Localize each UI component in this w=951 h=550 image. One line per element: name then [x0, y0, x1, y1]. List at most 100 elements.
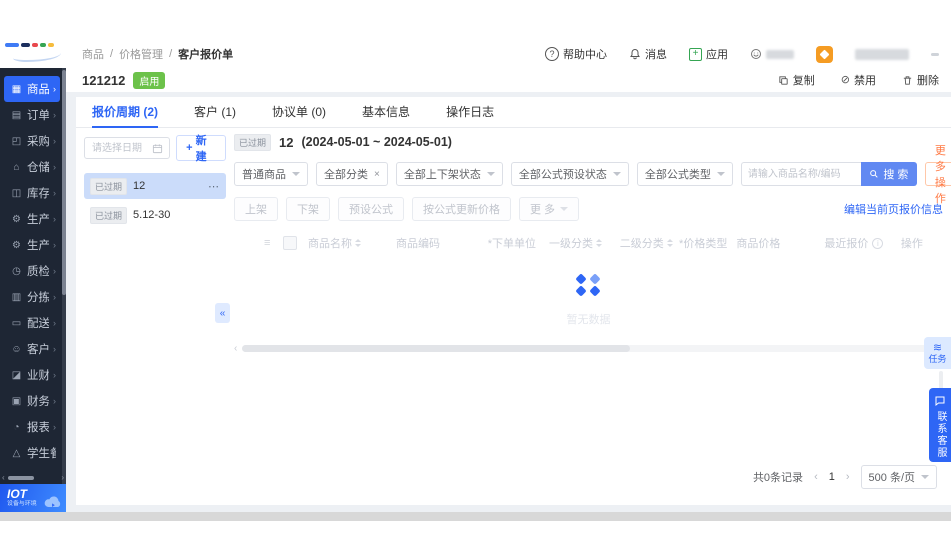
batch-more-label: 更 多 [530, 201, 555, 217]
apps-menu[interactable]: + 应用 [689, 46, 728, 62]
sidebar-item-quality[interactable]: ◷ 质检 › [4, 258, 60, 284]
plus-icon: + [186, 142, 192, 154]
formula-type-select[interactable]: 全部公式类型 [637, 162, 733, 186]
production-icon: ⚙ [10, 214, 23, 225]
update-price-button[interactable]: 按公式更新价格 [412, 197, 511, 221]
ban-icon: ⊘ [841, 75, 850, 86]
batch-more-button[interactable]: 更 多 [519, 197, 579, 221]
more-actions-button[interactable]: 更多操作 [925, 162, 951, 186]
logo-marks [5, 43, 54, 47]
pagination: 共0条记录 ‹ 1 › 500 条/页 [753, 465, 937, 489]
sort-icon[interactable] [355, 239, 361, 247]
task-float-button[interactable]: ≋ 任务 [924, 337, 951, 369]
collapse-icon: « [220, 308, 226, 319]
copy-button[interactable]: 复制 [778, 72, 815, 88]
loading-spinner [577, 275, 601, 295]
remove-tag-icon[interactable]: × [374, 169, 380, 180]
sidebar-item-orders[interactable]: ▤ 订单 › [4, 102, 60, 128]
breadcrumb-separator: / [110, 48, 113, 60]
scroll-right-icon: › [61, 473, 64, 482]
copy-label: 复制 [793, 72, 815, 88]
sidebar-item-production-2[interactable]: ⚙ 生产 › [4, 232, 60, 258]
shelf-on-button[interactable]: 上架 [234, 197, 278, 221]
shelf-status-select[interactable]: 全部上下架状态 [396, 162, 503, 186]
formula-preset-select[interactable]: 全部公式预设状态 [511, 162, 629, 186]
sorting-icon: ▥ [10, 292, 23, 303]
select-all-checkbox[interactable] [283, 236, 297, 250]
sidebar-item-customers[interactable]: ☺ 客户 › [4, 336, 60, 362]
sidebar-item-label: 学生餐 [27, 445, 56, 461]
date-input[interactable] [90, 142, 152, 155]
chevron-right-icon: › [53, 318, 56, 328]
chevron-right-icon: › [53, 422, 56, 432]
sidebar-item-label: 财务 [27, 393, 49, 409]
customer-service-button[interactable]: 联系客服 [929, 388, 951, 462]
collapse-panel-button[interactable]: « [215, 303, 230, 323]
sidebar-item-goods[interactable]: ▦ 商品 › [4, 76, 60, 102]
sidebar-item-production[interactable]: ⚙ 生产 › [4, 206, 60, 232]
shelf-off-button[interactable]: 下架 [286, 197, 330, 221]
avatar[interactable] [816, 46, 833, 63]
sidebar-item-student-meal[interactable]: △ 学生餐 [4, 440, 60, 466]
filter-toolbar: 普通商品 全部分类× 全部上下架状态 全部公式预设状态 全部公式类型 [234, 161, 943, 187]
page-size-value: 500 条/页 [869, 469, 915, 485]
preset-formula-button[interactable]: 预设公式 [338, 197, 404, 221]
prev-page-button[interactable]: ‹ [814, 471, 818, 483]
new-cycle-button[interactable]: + 新建 [176, 135, 226, 161]
column-product-name: 商品名称 [308, 235, 352, 251]
sort-icon[interactable] [596, 239, 602, 247]
hscroll-track[interactable] [242, 345, 934, 352]
hscroll-thumb[interactable] [242, 345, 630, 352]
scroll-left-icon: ‹ [2, 473, 5, 482]
tab-customers[interactable]: 客户 (1) [194, 97, 236, 127]
chevron-right-icon: › [53, 214, 56, 224]
tab-basic-info[interactable]: 基本信息 [362, 97, 410, 127]
sort-icon[interactable] [667, 239, 673, 247]
item-more-icon[interactable]: ⋯ [208, 180, 220, 193]
sidebar-item-purchase[interactable]: ◰ 采购 › [4, 128, 60, 154]
search-button[interactable]: 搜 索 [861, 162, 917, 186]
breadcrumb-item[interactable]: 价格管理 [119, 46, 163, 62]
tab-agreements[interactable]: 协议单 (0) [272, 97, 326, 127]
scroll-left-icon[interactable]: ‹ [234, 343, 237, 354]
orders-icon: ▤ [10, 110, 23, 121]
sidebar-hscrollbar[interactable]: ‹ › [0, 473, 66, 482]
next-page-button[interactable]: › [846, 471, 850, 483]
search-group: 搜 索 [741, 162, 917, 186]
date-picker[interactable] [84, 137, 170, 159]
product-type-select[interactable]: 普通商品 [234, 162, 308, 186]
delete-button[interactable]: 删除 [902, 72, 939, 88]
disable-button[interactable]: ⊘ 禁用 [841, 72, 876, 88]
bell-icon [629, 48, 641, 60]
finance-icon: ▣ [10, 396, 23, 407]
scroll-thumb[interactable] [8, 476, 34, 480]
sidebar-item-label: 订单 [27, 107, 49, 123]
tab-quote-cycle[interactable]: 报价周期 (2) [92, 97, 158, 127]
search-input[interactable] [741, 162, 861, 186]
sidebar-item-inventory[interactable]: ◫ 库存 › [4, 180, 60, 206]
breadcrumb-item[interactable]: 商品 [82, 46, 104, 62]
layers-icon: ≋ [933, 342, 942, 354]
settings-menu[interactable] [750, 48, 794, 60]
cycle-header: 已过期 12 (2024-05-01 ~ 2024-05-01) [234, 131, 943, 153]
cycle-list-item[interactable]: 已过期 12 ⋯ [84, 173, 226, 199]
sidebar-item-warehouse[interactable]: ⌂ 仓储 › [4, 154, 60, 180]
tab-operation-log[interactable]: 操作日志 [446, 97, 494, 127]
current-page[interactable]: 1 [829, 471, 835, 483]
iot-banner[interactable]: IOT 设备与环境 [0, 484, 66, 512]
category-select[interactable]: 全部分类× [316, 162, 388, 186]
cycle-list-item[interactable]: 已过期 5.12-30 [84, 202, 226, 228]
chevron-right-icon: › [53, 292, 56, 302]
messages-menu[interactable]: 消息 [629, 46, 667, 62]
page-size-select[interactable]: 500 条/页 [861, 465, 937, 489]
topbar-menu: ? 帮助中心 消息 + 应用 [545, 46, 951, 63]
edit-page-quotes-link[interactable]: 编辑当前页报价信息 [844, 201, 943, 217]
help-center-menu[interactable]: ? 帮助中心 [545, 46, 607, 62]
sidebar-item-finance[interactable]: ▣ 财务 › [4, 388, 60, 414]
sidebar-item-sorting[interactable]: ▥ 分拣 › [4, 284, 60, 310]
sidebar-item-delivery[interactable]: ▭ 配送 › [4, 310, 60, 336]
sidebar-item-business-finance[interactable]: ◪ 业财 › [4, 362, 60, 388]
service-label: 联系客服 [934, 411, 946, 459]
sidebar-item-reports[interactable]: ◔ 报表 › [4, 414, 60, 440]
trash-icon [902, 75, 913, 86]
